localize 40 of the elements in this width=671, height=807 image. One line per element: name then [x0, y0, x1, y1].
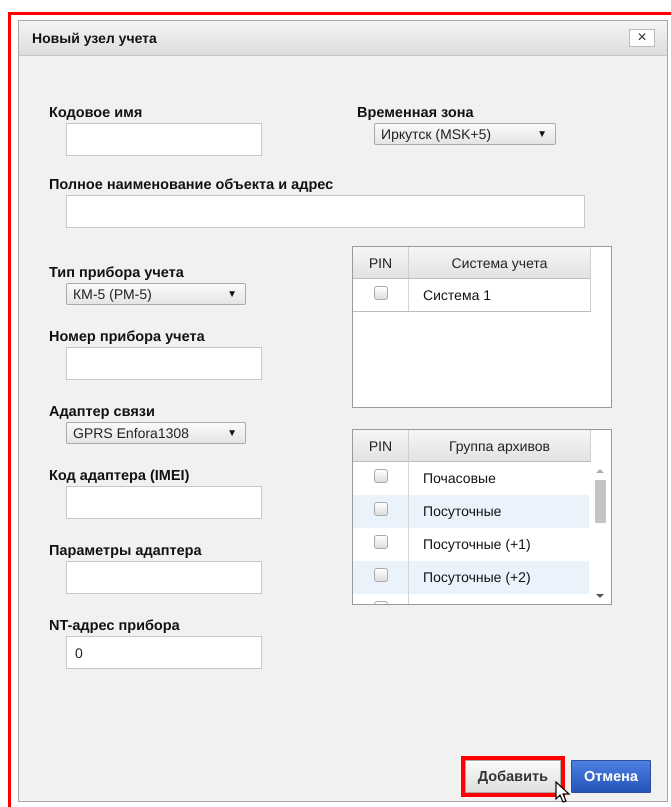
checkbox[interactable]	[374, 568, 388, 582]
field-label: Временная зона	[357, 104, 474, 122]
dropdown-arrow-icon: ▼	[227, 428, 237, 438]
dialog-title: Новый узел учета	[32, 30, 157, 46]
table-cell-text: Почасовые	[422, 469, 496, 486]
dropdown-arrow-icon: ▼	[227, 288, 237, 300]
checkbox[interactable]	[374, 535, 388, 549]
text-field[interactable]	[66, 347, 262, 380]
text-field[interactable]	[66, 561, 262, 594]
table-cell-text: Посуточные	[422, 502, 502, 519]
table-cell-text: Система 1	[422, 286, 492, 303]
text-field[interactable]: 0	[66, 636, 262, 669]
cursor-icon	[555, 781, 571, 805]
column-header: PIN	[353, 247, 409, 279]
dropdown[interactable]: КМ-5 (РМ-5) ▼	[66, 283, 246, 305]
field-label: NT-адрес прибора	[49, 617, 180, 635]
close-button[interactable]: ×	[629, 29, 655, 47]
dropdown[interactable]: Иркутск (MSK+5) ▼	[374, 123, 556, 145]
dialog-button[interactable]: Отмена	[571, 760, 651, 793]
field-label: Параметры адаптера	[49, 542, 202, 560]
field-label: Код адаптера (IMEI)	[49, 467, 190, 485]
text-field[interactable]	[66, 123, 262, 156]
text-field[interactable]	[66, 195, 585, 228]
field-label: Кодовое имя	[49, 104, 142, 122]
dropdown[interactable]: GPRS Enfora1308 ▼	[66, 422, 246, 444]
text-field[interactable]	[66, 486, 262, 519]
field-label: Адаптер связи	[49, 403, 155, 421]
column-header: PIN	[353, 430, 409, 462]
checkbox[interactable]	[374, 469, 388, 483]
dialog-button[interactable]: Добавить	[464, 760, 561, 793]
dropdown-arrow-icon: ▼	[537, 128, 547, 140]
table-cell-text: Посуточные (+2)	[422, 568, 531, 585]
column-header: Система учета	[409, 247, 591, 279]
field-label: Тип прибора учета	[49, 264, 184, 282]
table-cell-text: Посуточные (+1)	[422, 535, 531, 552]
checkbox[interactable]	[374, 286, 388, 300]
checkbox[interactable]	[374, 502, 388, 516]
column-header: Группа архивов	[409, 430, 591, 462]
field-label: Полное наименование объекта и адрес	[49, 176, 334, 194]
field-label: Номер прибора учета	[49, 328, 205, 346]
